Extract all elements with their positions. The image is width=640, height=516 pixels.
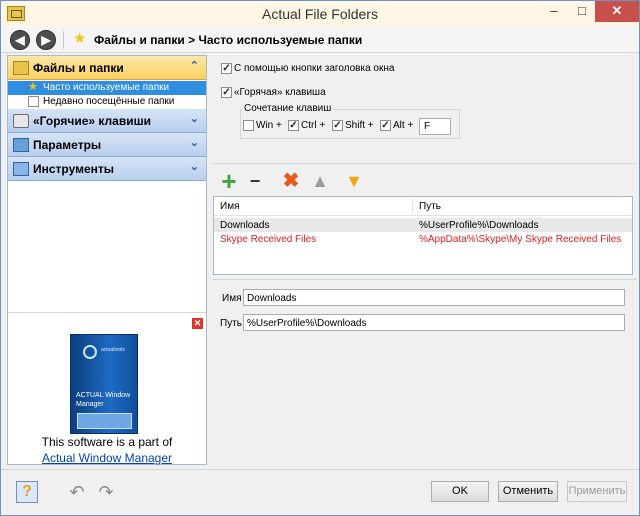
title-button-checkbox[interactable]: ✓ bbox=[221, 63, 232, 74]
sidebar-item-label: Недавно посещённые папки bbox=[43, 96, 175, 107]
sidebar-section-label: Инструменты bbox=[33, 162, 115, 176]
sidebar-section-tools[interactable]: Инструменты ⌄ bbox=[8, 157, 206, 181]
column-header-path[interactable]: Путь bbox=[419, 201, 441, 212]
folder-icon bbox=[13, 61, 29, 75]
promo-divider bbox=[8, 312, 206, 313]
row-name: Downloads bbox=[220, 220, 270, 231]
ctrl-checkbox[interactable]: ✓ bbox=[288, 120, 299, 131]
shift-label: Shift + bbox=[345, 120, 374, 131]
win-label: Win + bbox=[256, 120, 282, 131]
shift-modifier[interactable]: ✓ Shift + bbox=[332, 120, 374, 131]
delete-icon[interactable]: ✖ bbox=[281, 171, 301, 191]
sidebar-section-label: «Горячие» клавиши bbox=[33, 114, 151, 128]
add-icon[interactable]: + bbox=[219, 168, 239, 194]
alt-checkbox[interactable]: ✓ bbox=[380, 120, 391, 131]
sidebar-section-files-and-folders[interactable]: Файлы и папки ⌃ bbox=[8, 56, 206, 80]
win-modifier[interactable]: Win + bbox=[243, 120, 282, 131]
promo-close-icon[interactable]: ✕ bbox=[192, 318, 203, 329]
nav-divider bbox=[63, 31, 64, 49]
sidebar-item-label: Часто используемые папки bbox=[43, 82, 170, 93]
title-button-label: С помощью кнопки заголовка окна bbox=[234, 63, 395, 74]
keyboard-icon bbox=[13, 114, 29, 128]
back-button[interactable]: ◀ bbox=[10, 30, 30, 50]
title-bar: Actual File Folders – □ ✕ bbox=[1, 1, 639, 27]
minimize-button[interactable]: – bbox=[540, 1, 568, 22]
chevron-down-icon: ⌄ bbox=[189, 137, 199, 149]
chevron-down-icon: ⌄ bbox=[189, 161, 199, 173]
brand-logo-icon bbox=[83, 345, 97, 359]
promo-text: This software is a part of bbox=[41, 435, 173, 449]
close-button[interactable]: ✕ bbox=[595, 1, 639, 22]
chevron-up-icon: ⌃ bbox=[189, 60, 199, 72]
ctrl-modifier[interactable]: ✓ Ctrl + bbox=[288, 120, 325, 131]
win-checkbox[interactable] bbox=[243, 120, 254, 131]
sidebar-item-recent-folders[interactable]: Недавно посещённые папки bbox=[8, 95, 206, 109]
shift-checkbox[interactable]: ✓ bbox=[332, 120, 343, 131]
app-window: Actual File Folders – □ ✕ ◀ ▶ ★ Файлы и … bbox=[0, 0, 640, 516]
table-row[interactable]: Skype Received Files %AppData%\Skype\My … bbox=[214, 232, 632, 246]
document-icon bbox=[28, 96, 39, 107]
path-label: Путь bbox=[220, 318, 242, 329]
settings-pane: ✓ С помощью кнопки заголовка окна ✓ «Гор… bbox=[213, 55, 637, 465]
maximize-button[interactable]: □ bbox=[568, 1, 596, 22]
name-label: Имя bbox=[222, 293, 242, 304]
breadcrumb: Файлы и папки > Часто используемые папки bbox=[94, 33, 363, 47]
product-box-image: actualtools ACTUAL Window Manager bbox=[70, 334, 138, 434]
title-button-option[interactable]: ✓ С помощью кнопки заголовка окна bbox=[221, 63, 394, 74]
hotkey-label: «Горячая» клавиша bbox=[234, 87, 326, 98]
favorite-star-icon[interactable]: ★ bbox=[73, 31, 86, 47]
footer-divider bbox=[1, 469, 639, 470]
hotkey-group-legend: Сочетание клавиш bbox=[242, 103, 334, 114]
column-header-name[interactable]: Имя bbox=[220, 201, 239, 212]
sidebar-section-label: Файлы и папки bbox=[33, 61, 124, 75]
column-separator bbox=[412, 199, 413, 214]
folder-toolbar: + − − ✖ ▲ ▼ bbox=[213, 168, 637, 211]
ctrl-label: Ctrl + bbox=[301, 120, 326, 131]
path-field[interactable]: %UserProfile%\Downloads bbox=[243, 314, 625, 331]
move-down-icon[interactable]: ▼ bbox=[344, 171, 364, 191]
list-header: Имя Путь bbox=[214, 197, 632, 216]
sidebar-section-hotkeys[interactable]: «Горячие» клавиши ⌄ bbox=[8, 109, 206, 133]
sidebar-section-label: Параметры bbox=[33, 138, 102, 152]
promo-link[interactable]: Actual Window Manager bbox=[8, 451, 206, 465]
box-screen-art bbox=[77, 413, 132, 429]
row-path: %AppData%\Skype\My Skype Received Files bbox=[419, 234, 622, 245]
star-icon: ★ bbox=[28, 81, 38, 93]
name-field[interactable]: Downloads bbox=[243, 289, 625, 306]
box-product-name: ACTUAL Window Manager bbox=[76, 392, 131, 408]
hotkey-checkbox[interactable]: ✓ bbox=[221, 87, 232, 98]
sidebar-item-frequent-folders[interactable]: ★ Часто используемые папки bbox=[8, 81, 206, 95]
forward-button[interactable]: ▶ bbox=[36, 30, 56, 50]
alt-modifier[interactable]: ✓ Alt + bbox=[380, 120, 413, 131]
help-icon[interactable]: ? bbox=[16, 481, 38, 503]
folder-list[interactable]: Имя Путь Downloads %UserProfile%\Downloa… bbox=[213, 196, 633, 275]
sidebar-section-parameters[interactable]: Параметры ⌄ bbox=[8, 133, 206, 157]
cancel-button[interactable]: Отменить bbox=[498, 481, 558, 502]
params-icon bbox=[13, 138, 29, 152]
tools-icon bbox=[13, 162, 29, 176]
remove-separator-icon[interactable]: − − bbox=[245, 171, 265, 211]
apply-button[interactable]: Применить bbox=[567, 481, 627, 502]
sidebar: Файлы и папки ⌃ ★ Часто используемые пап… bbox=[7, 55, 207, 465]
undo-icon[interactable]: ↶ bbox=[66, 482, 88, 502]
section-divider bbox=[213, 279, 637, 280]
row-path: %UserProfile%\Downloads bbox=[419, 220, 539, 231]
row-name: Skype Received Files bbox=[220, 234, 317, 245]
nav-bar: ◀ ▶ ★ Файлы и папки > Часто используемые… bbox=[1, 27, 639, 53]
hotkey-key-input[interactable]: F bbox=[419, 118, 451, 135]
chevron-down-icon: ⌄ bbox=[189, 113, 199, 125]
table-row[interactable]: Downloads %UserProfile%\Downloads bbox=[214, 218, 632, 232]
redo-icon[interactable]: ↷ bbox=[95, 482, 117, 502]
move-up-icon[interactable]: ▲ bbox=[310, 171, 330, 191]
alt-label: Alt + bbox=[393, 120, 414, 131]
hotkey-option[interactable]: ✓ «Горячая» клавиша bbox=[221, 87, 326, 98]
section-divider bbox=[213, 163, 637, 164]
box-brand: actualtools bbox=[101, 347, 125, 353]
ok-button[interactable]: OK bbox=[431, 481, 489, 502]
